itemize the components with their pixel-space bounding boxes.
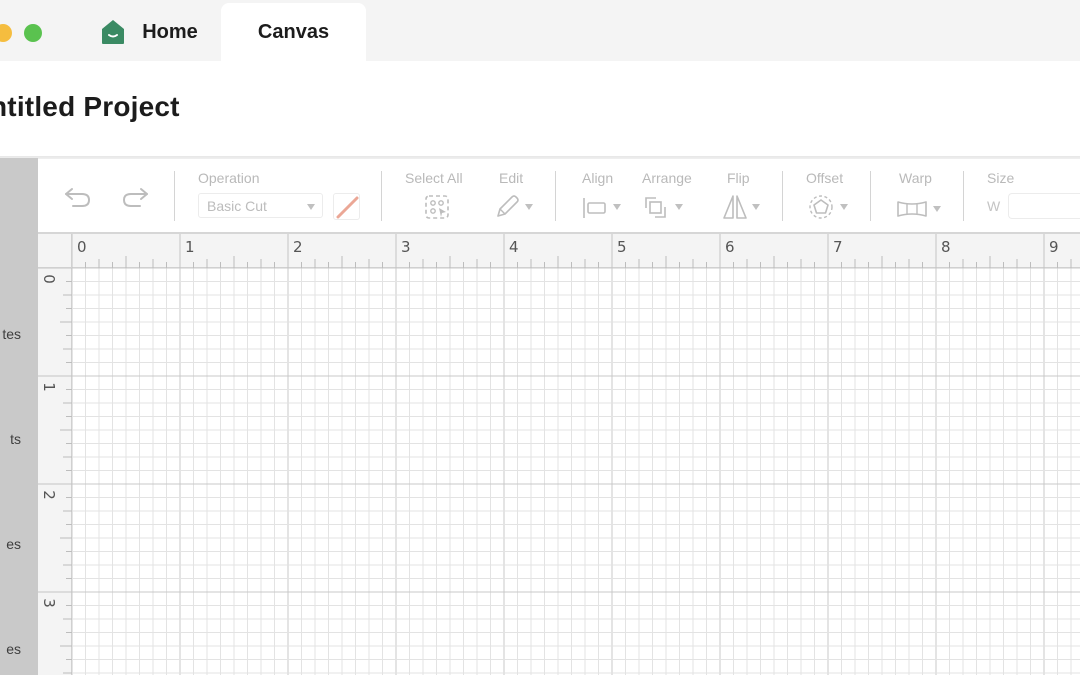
vertical-ruler: 0 1 2 3	[38, 268, 72, 675]
ruler-label: 9	[1049, 238, 1059, 256]
tab-home-label: Home	[142, 20, 198, 43]
warp-icon[interactable]	[896, 199, 928, 219]
edit-dropdown-chevron-icon[interactable]	[525, 204, 533, 210]
sidebar-item-images[interactable]: es	[6, 641, 21, 657]
canvas-grid-lines	[72, 268, 1080, 675]
operation-label: Operation	[198, 170, 260, 186]
sidebar-item-templates[interactable]: tes	[2, 326, 21, 342]
toolbar-divider	[963, 171, 964, 221]
select-all-label: Select All	[405, 170, 463, 186]
ruler-label: 2	[293, 238, 303, 256]
offset-label: Offset	[806, 170, 844, 186]
flip-label: Flip	[727, 170, 750, 186]
toolbar-divider	[782, 171, 783, 221]
sidebar-item-shapes[interactable]: es	[6, 536, 21, 552]
ruler-label: 0	[40, 274, 58, 284]
horizontal-ruler-ticks: 0 1 2 3 4 5 6 7 8 9	[71, 234, 1072, 268]
tab-home[interactable]: Home	[80, 3, 218, 61]
left-sidebar: tes ts es es	[0, 158, 38, 675]
minimize-window-button[interactable]	[0, 24, 12, 42]
ruler-corner	[38, 234, 72, 268]
horizontal-ruler: 0 1 2 3 4 5 6 7 8 9	[38, 234, 1080, 268]
flip-dropdown-chevron-icon[interactable]	[752, 204, 760, 210]
offset-icon[interactable]	[808, 194, 834, 220]
width-input[interactable]	[1008, 193, 1080, 219]
toolbar-divider	[870, 171, 871, 221]
pencil-icon[interactable]	[494, 194, 520, 220]
ruler-label: 0	[77, 238, 87, 256]
home-icon	[102, 20, 125, 44]
ruler-label: 7	[833, 238, 843, 256]
toolbar-divider	[555, 171, 556, 221]
ruler-label: 3	[401, 238, 411, 256]
tab-canvas-label: Canvas	[257, 20, 330, 43]
design-canvas[interactable]	[72, 268, 1080, 675]
toolbar-divider	[381, 171, 382, 221]
ruler-label: 8	[941, 238, 951, 256]
arrange-dropdown-chevron-icon[interactable]	[675, 204, 683, 210]
operation-value: Basic Cut	[207, 198, 267, 214]
sidebar-item-projects[interactable]: ts	[10, 431, 21, 447]
zoom-window-button[interactable]	[24, 24, 42, 42]
warp-dropdown-chevron-icon[interactable]	[933, 206, 941, 212]
arrange-icon[interactable]	[644, 196, 670, 222]
edit-toolbar: Operation Basic Cut Select All Edit Alig…	[38, 159, 1080, 234]
project-title[interactable]: ntitled Project	[0, 91, 180, 123]
align-left-icon[interactable]	[581, 197, 607, 219]
ruler-label: 4	[509, 238, 519, 256]
vertical-ruler-ticks: 0 1 2 3	[38, 268, 72, 674]
title-bar: Home Canvas	[0, 0, 1080, 61]
size-label: Size	[987, 170, 1015, 186]
ruler-label: 5	[617, 238, 627, 256]
select-all-icon[interactable]	[424, 194, 450, 220]
undo-icon[interactable]	[63, 186, 93, 208]
ruler-label: 6	[725, 238, 735, 256]
flip-icon[interactable]	[722, 193, 748, 221]
warp-label: Warp	[899, 170, 932, 186]
toolbar-divider	[174, 171, 175, 221]
ruler-label: 2	[40, 490, 58, 500]
ruler-label: 1	[40, 382, 58, 392]
color-slash-icon	[336, 196, 359, 219]
ruler-label: 3	[40, 598, 58, 608]
redo-icon[interactable]	[120, 186, 150, 208]
width-label: W	[987, 198, 1001, 214]
arrange-label: Arrange	[642, 170, 692, 186]
project-header: ntitled Project	[0, 61, 1080, 158]
align-label: Align	[582, 170, 614, 186]
align-dropdown-chevron-icon[interactable]	[613, 204, 621, 210]
tab-canvas[interactable]: Canvas	[221, 3, 366, 61]
edit-label: Edit	[499, 170, 524, 186]
operation-select[interactable]: Basic Cut	[198, 193, 323, 218]
operation-color-swatch[interactable]	[333, 193, 360, 220]
offset-dropdown-chevron-icon[interactable]	[840, 204, 848, 210]
chevron-down-icon	[307, 204, 315, 210]
ruler-label: 1	[185, 238, 195, 256]
